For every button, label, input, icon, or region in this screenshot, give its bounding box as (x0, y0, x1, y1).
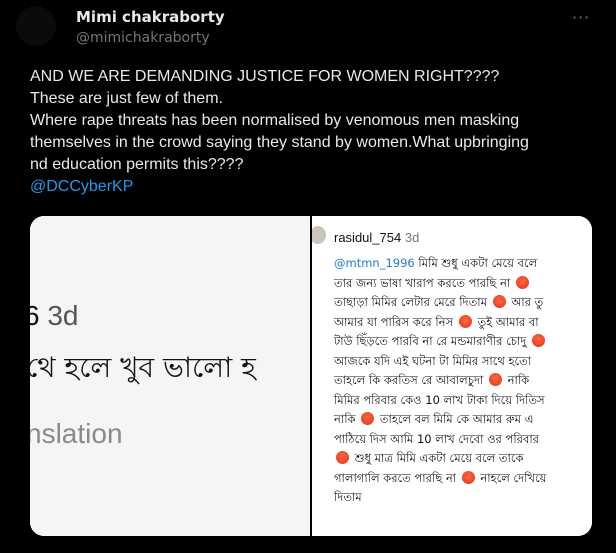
screenshot-left-panel: 6 3d থে হলে খুব ভালো হ nslation (30, 216, 310, 536)
comment-bengali-text: থে হলে খুব ভালো হ (30, 351, 256, 384)
comment-line: নাকি (334, 412, 356, 426)
author-handle[interactable]: @mimichakraborty (76, 30, 210, 46)
angry-face-icon (492, 295, 506, 308)
comment-age: 3d (404, 230, 420, 245)
comment-line: নাকি (507, 373, 530, 387)
comment-line: টাউ ছিঁড়তে পারবি না রে মন্ডমারাণীর চোদু (334, 334, 527, 348)
commenter-username: rasidul_754 (334, 230, 402, 245)
comment-age: 3d (47, 300, 79, 331)
tweet-text: AND WE ARE DEMANDING JUSTICE FOR WOMEN R… (30, 66, 600, 198)
comment-line: শুধু মাত্র মিমি একটা মেয়ে বলে তাকে (354, 451, 524, 465)
comment-line: পাঠিয়ে দিস আমি 10 লাখ দেবো ওর পরিবার (334, 431, 540, 446)
screenshot-right-panel: rasidul_754 3d @mtmn_1996 মিমি শুধু একটা… (312, 216, 592, 536)
commenter-header: rasidul_754 3d (334, 230, 419, 245)
comment-line: দিতাম (334, 490, 362, 504)
angry-face-icon (489, 373, 502, 386)
tweet-line: nd education permits this???? (30, 156, 244, 173)
comment-line: তাছাড়া মিমির লেটার মেরে দিতাম (334, 295, 487, 309)
comment-line: মিমির পরিবার কেও 10 লাখ টাকা দিয়ে দিতিস (334, 392, 545, 407)
angry-face-icon (336, 451, 349, 464)
comment-line: তার জন্য ভাষা খারাপ করতে পারছি না (334, 275, 511, 290)
comment-mention: @mtmn_1996 (334, 256, 415, 270)
comment-time: 6 3d (30, 300, 79, 332)
comment-line: আজকে যদি এই ঘটনা টা মিমির সাথে হতো (334, 353, 532, 368)
author-name[interactable]: Mimi chakraborty (76, 8, 225, 26)
comment-line: গালাগালি করতে পারছি না (334, 470, 457, 485)
attached-image[interactable]: 6 3d থে হলে খুব ভালো হ nslation rasidul_… (30, 216, 592, 536)
tweet-line: AND WE ARE DEMANDING JUSTICE FOR WOMEN R… (30, 68, 500, 85)
mention-link[interactable]: @DCCyberKP (30, 176, 600, 198)
angry-face-icon (361, 412, 375, 425)
comment-line: তাহলে বল মিমি কে আমার রুম এ (379, 412, 534, 426)
avatar[interactable] (16, 6, 56, 46)
comment-line: তাহলে কি করতিস রে আবালচুদা (334, 373, 484, 387)
angry-face-icon (461, 470, 475, 484)
tweet-line: themselves in the crowd saying they stan… (30, 134, 529, 151)
tweet-line: Where rape threats has been normalised b… (30, 112, 520, 129)
comment-line: তুই আমার বা (477, 314, 539, 329)
tweet-line: These are just few of them. (30, 90, 223, 107)
comment-line: নাহলে দেখিয়ে (480, 470, 547, 485)
angry-face-icon (458, 314, 472, 328)
angry-face-icon (515, 275, 529, 289)
tweet-header: Mimi chakraborty @mimichakraborty ··· (0, 0, 616, 60)
comment-line: মিমি শুধু একটা মেয়ে বলে (418, 256, 538, 270)
comment-line: আমার যা পারিস করে নিস (334, 314, 454, 329)
commenter-avatar (312, 226, 326, 244)
angry-face-icon (531, 334, 545, 347)
comment-line: আর তু (511, 295, 544, 309)
translation-label: nslation (30, 418, 123, 449)
comment-body: @mtmn_1996 মিমি শুধু একটা মেয়ে বলে তার … (334, 254, 592, 508)
comment-number: 6 (30, 300, 40, 331)
more-options-icon[interactable]: ··· (572, 8, 590, 27)
